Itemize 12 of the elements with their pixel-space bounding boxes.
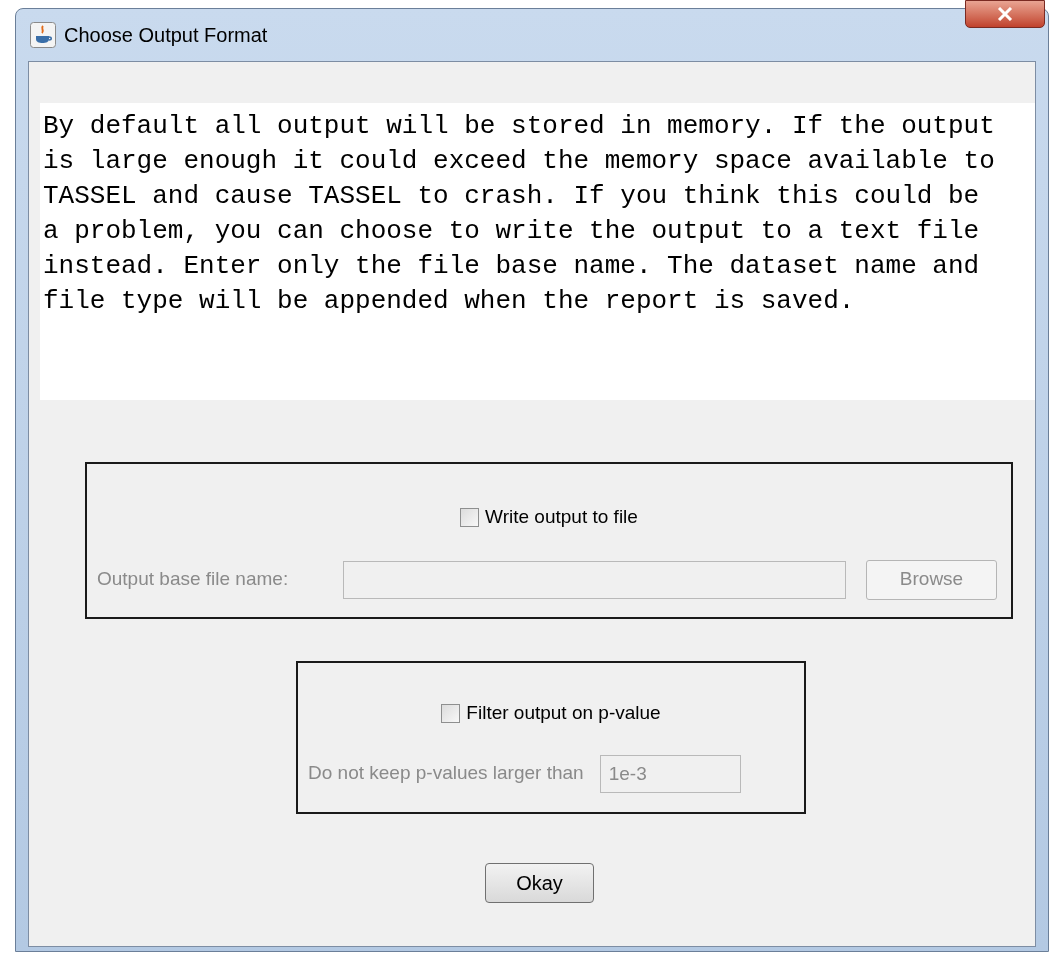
close-icon (997, 7, 1013, 21)
checkbox-label: Write output to file (485, 505, 638, 529)
window-title: Choose Output Format (64, 23, 268, 48)
checkbox[interactable] (460, 507, 480, 527)
checkbox[interactable] (441, 703, 461, 723)
field-label: Do not keep p-values larger than (308, 761, 584, 786)
checkbox-label: Filter output on p-value (466, 701, 661, 725)
okay-button[interactable]: Okay (485, 863, 594, 903)
field-label: Output base file name: (97, 567, 290, 592)
message-text: By default all output will be stored in memory. If the output is large enough it could exceed the memory space available to TASSEL and cause TASSEL to crash. If you think this could be a problem, you can choose to write the output to a text file instead. Enter only the file base name. The dataset name and file type will be appended when the report is saved. (43, 110, 996, 318)
app-icon (30, 22, 56, 48)
close-button[interactable] (965, 0, 1045, 28)
